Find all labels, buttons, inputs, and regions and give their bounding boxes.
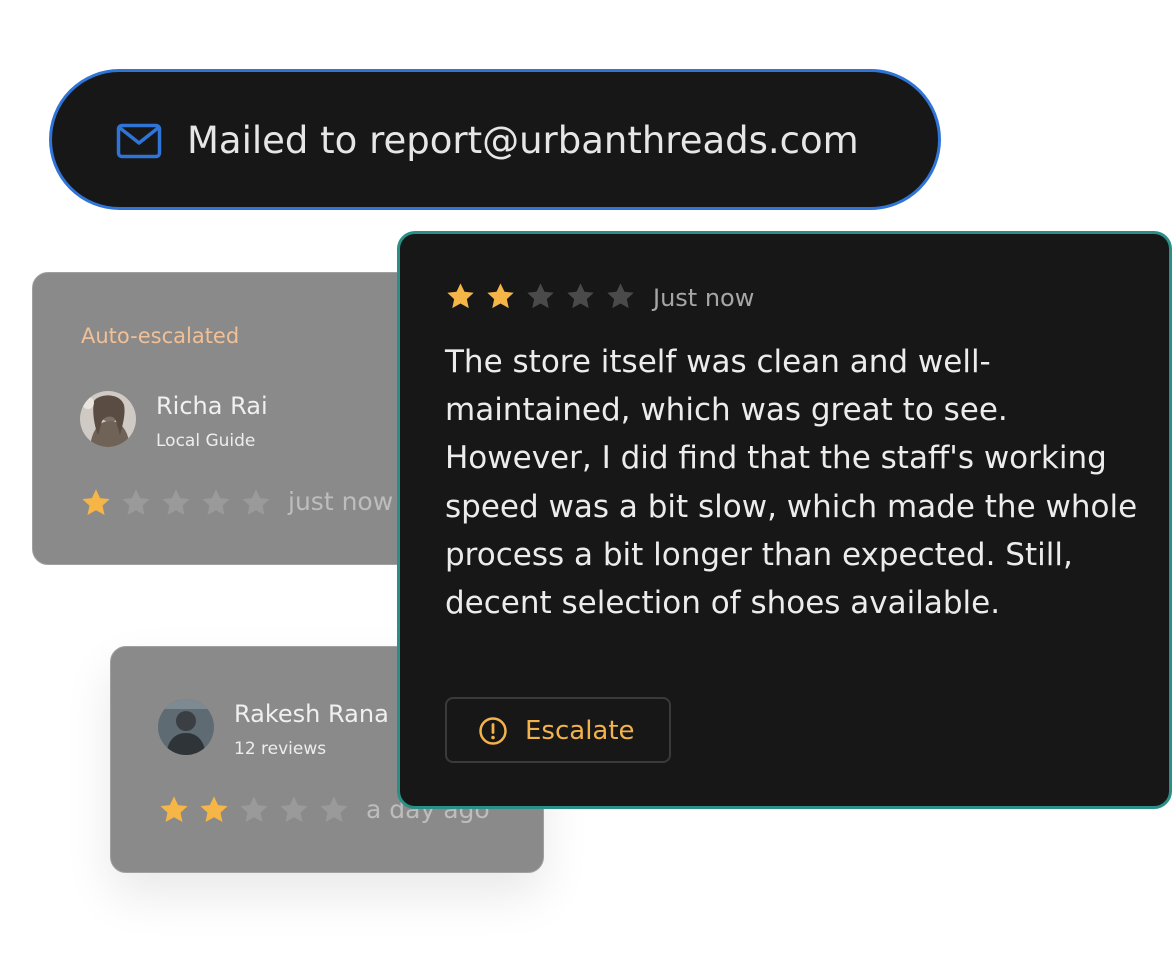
review-card-richa[interactable]: Auto-escalated Richa Rai Local Guide jus… xyxy=(32,272,422,565)
escalate-button[interactable]: Escalate xyxy=(445,697,671,763)
star-empty-icon xyxy=(162,489,190,515)
review-time: just now xyxy=(288,487,394,516)
reviewer-subtitle: 12 reviews xyxy=(234,739,327,759)
star-empty-icon xyxy=(527,283,554,309)
auto-escalated-label: Auto-escalated xyxy=(81,324,240,348)
avatar xyxy=(80,391,136,447)
star-empty-icon xyxy=(320,796,348,822)
star-empty-icon xyxy=(240,796,268,822)
avatar xyxy=(158,699,214,755)
star-rating xyxy=(80,487,272,519)
star-filled-icon xyxy=(82,489,110,515)
reviewer-name: Rakesh Rana xyxy=(234,700,389,728)
review-time: Just now xyxy=(653,284,755,312)
star-filled-icon xyxy=(447,283,474,309)
reviewer-name: Richa Rai xyxy=(156,392,268,420)
star-filled-icon xyxy=(200,796,228,822)
review-text: The store itself was clean and well-main… xyxy=(445,344,1138,622)
star-rating xyxy=(158,794,350,826)
mail-status-banner: Mailed to report@urbanthreads.com xyxy=(49,69,941,210)
star-rating xyxy=(445,281,636,312)
mail-icon xyxy=(116,123,162,159)
star-empty-icon xyxy=(202,489,230,515)
reviewer-subtitle: Local Guide xyxy=(156,431,256,451)
star-empty-icon xyxy=(122,489,150,515)
star-filled-icon xyxy=(160,796,188,822)
escalate-button-label: Escalate xyxy=(525,716,635,746)
star-empty-icon xyxy=(242,489,270,515)
star-empty-icon xyxy=(280,796,308,822)
alert-circle-icon xyxy=(479,717,507,745)
star-empty-icon xyxy=(567,283,594,309)
mail-status-text: Mailed to report@urbanthreads.com xyxy=(187,119,859,162)
star-empty-icon xyxy=(607,283,634,309)
star-filled-icon xyxy=(487,283,514,309)
featured-review-card: Just now The store itself was clean and … xyxy=(397,231,1172,809)
